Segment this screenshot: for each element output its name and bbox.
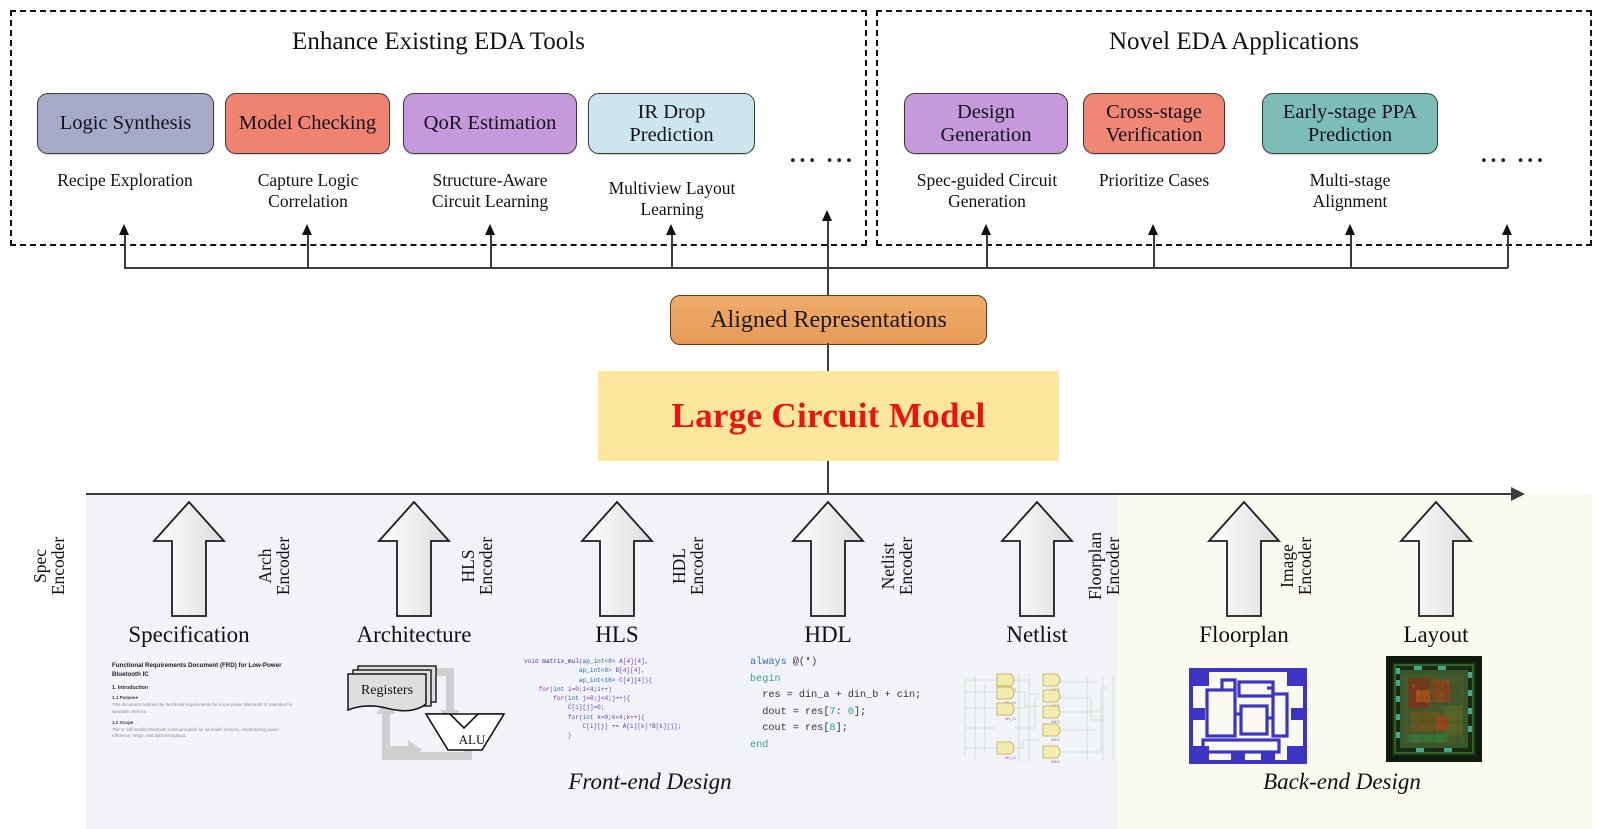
design-flow-axis-arrowhead <box>1511 487 1525 501</box>
spec-doc-title: Functional Requirements Document (FRD) f… <box>112 662 282 678</box>
app-box-label: Early-stage PPA Prediction <box>1282 100 1418 146</box>
connector-aligned-to-lcm <box>827 343 829 373</box>
encoder-label-spec: Spec Encoder <box>30 536 69 596</box>
app-box-logic-synthesis[interactable]: Logic Synthesis <box>37 93 214 154</box>
bus-riser-qor-estimation <box>490 232 492 268</box>
encoder-label-arch: Arch Encoder <box>255 536 294 596</box>
stage-name-specification: Specification <box>128 622 250 647</box>
app-box-label: IR Drop Prediction <box>629 100 714 146</box>
app-box-ir-drop-prediction[interactable]: IR Drop Prediction <box>588 93 755 154</box>
bus-arrowhead-early-stage-ppa <box>1345 224 1355 235</box>
trunk-arrowhead-top <box>822 210 832 221</box>
stage-name-architecture: Architecture <box>356 622 472 647</box>
large-circuit-model-label: Large Circuit Model <box>671 396 986 435</box>
encoder-arrow-floorplan[interactable] <box>1207 500 1281 618</box>
encoder-arrow-netlist[interactable] <box>1000 500 1074 618</box>
encoder-arrow-image[interactable] <box>1399 500 1473 618</box>
bus-arrowhead-qor-estimation <box>485 224 495 235</box>
app-sub-logic-synthesis: Recipe Exploration <box>57 170 193 190</box>
trunk-aligned-to-bus <box>827 218 829 296</box>
app-box-label: Model Checking <box>238 112 377 135</box>
encoder-arrow-spec[interactable] <box>152 500 226 618</box>
app-sub-ir-drop-prediction: Multiview Layout Learning <box>608 178 736 219</box>
stage-name-floorplan: Floorplan <box>1199 622 1289 647</box>
bus-arrowhead-logic-synthesis <box>119 224 129 235</box>
distribution-bus <box>124 267 1508 269</box>
stage-name-hdl: HDL <box>804 622 852 647</box>
app-sub-cross-stage-verification: Prioritize Cases <box>1098 170 1210 190</box>
spec-doc-section-1: 1. Introduction <box>112 684 149 691</box>
svg-text:AND2: AND2 <box>1051 760 1060 764</box>
panel-novel-title: Novel EDA Applications <box>1109 28 1359 55</box>
hls-code-thumbnail: void matrix_mul(ap_int<8> A[4][4], ap_in… <box>524 658 682 739</box>
back-end-design-label: Back-end Design <box>1263 769 1421 794</box>
hdl-code-thumbnail: always @(*) begin res = din_a + din_b + … <box>750 657 922 751</box>
netlist-schematic-thumbnail: INV_X1 INV_X1 INV_X1 INV_X1 AND2 AND2 AN… <box>963 668 1123 768</box>
encoder-arrow-hls[interactable] <box>580 500 654 618</box>
bus-riser-design-generation <box>986 232 988 268</box>
bus-riser-cross-stage-verification <box>1153 232 1155 268</box>
spec-doc-body-1: This document outlines the functional re… <box>112 701 293 714</box>
spec-doc-body-2: The IC will handle Bluetooth communicati… <box>112 726 280 739</box>
svg-text:AND2: AND2 <box>1051 738 1060 742</box>
bus-riser-early-stage-ppa <box>1350 232 1352 268</box>
bus-arrowhead-design-generation <box>981 224 991 235</box>
bus-riser-logic-synthesis <box>124 232 126 268</box>
aligned-representations-label: Aligned Representations <box>710 306 947 333</box>
app-box-model-checking[interactable]: Model Checking <box>225 93 390 154</box>
front-end-design-label: Front-end Design <box>568 769 732 794</box>
spec-doc-section-1-1: 1.1 Purpose <box>112 694 139 700</box>
stage-name-layout: Layout <box>1403 622 1469 647</box>
svg-text:AND2: AND2 <box>1051 720 1060 724</box>
svg-text:INV_X1: INV_X1 <box>1005 717 1016 721</box>
app-box-qor-estimation[interactable]: QoR Estimation <box>403 93 577 154</box>
layout-die-image-thumbnail <box>1386 656 1482 762</box>
stage-name-hls: HLS <box>595 622 639 647</box>
app-box-label: Logic Synthesis <box>59 112 192 135</box>
panel-enhance-title: Enhance Existing EDA Tools <box>292 28 585 55</box>
bus-arrowhead-cross-stage-verification <box>1148 224 1158 235</box>
app-sub-qor-estimation: Structure-Aware Circuit Learning <box>431 170 549 211</box>
encoder-label-image: Image Encoder <box>1277 536 1316 596</box>
architecture-diagram-thumbnail: Registers ALU <box>322 658 512 763</box>
encoder-label-hdl: HDL Encoder <box>669 536 708 596</box>
encoder-arrow-hdl[interactable] <box>791 500 865 618</box>
bus-arrowhead-model-checking <box>302 224 312 235</box>
encoder-label-netlist: Netlist Encoder <box>878 536 917 596</box>
bus-arrowhead-ir-drop-prediction <box>666 224 676 235</box>
app-box-cross-stage-verification[interactable]: Cross-stage Verification <box>1083 93 1225 154</box>
svg-text:ALU: ALU <box>459 732 486 747</box>
app-sub-design-generation: Spec-guided Circuit Generation <box>916 170 1058 211</box>
app-box-early-stage-ppa-prediction[interactable]: Early-stage PPA Prediction <box>1262 93 1438 154</box>
svg-text:Registers: Registers <box>361 683 413 698</box>
svg-text:INV_X1: INV_X1 <box>1005 756 1016 760</box>
ellipsis-novel: ··· ··· <box>1480 148 1546 173</box>
bus-arrowhead-right-ellipsis <box>1502 224 1512 235</box>
floorplan-thumbnail <box>1189 668 1307 764</box>
large-circuit-model-box[interactable]: Large Circuit Model <box>598 371 1059 461</box>
bus-riser-ir-drop-prediction <box>671 232 673 268</box>
connector-lcm-to-axis <box>827 461 829 494</box>
bus-riser-right-ellipsis <box>1507 232 1509 268</box>
spec-doc-section-1-2: 1.2 Scope <box>112 719 134 725</box>
aligned-representations-box[interactable]: Aligned Representations <box>670 295 987 345</box>
encoder-label-hls: HLS Encoder <box>458 536 497 596</box>
design-flow-axis <box>86 493 1511 496</box>
stage-name-netlist: Netlist <box>1006 622 1068 647</box>
app-box-label: Cross-stage Verification <box>1105 100 1203 146</box>
app-box-label: QoR Estimation <box>423 112 557 135</box>
app-sub-early-stage-ppa-prediction: Multi-stage Alignment <box>1309 170 1391 211</box>
specification-document-thumbnail: Functional Requirements Document (FRD) f… <box>103 655 306 760</box>
encoder-arrow-arch[interactable] <box>377 500 451 618</box>
app-box-design-generation[interactable]: Design Generation <box>904 93 1068 154</box>
ellipsis-enhance: ··· ··· <box>789 148 855 173</box>
bus-riser-model-checking <box>307 232 309 268</box>
app-sub-model-checking: Capture Logic Correlation <box>257 170 359 211</box>
app-box-label: Design Generation <box>940 100 1032 146</box>
encoder-label-floorplan: Floorplan Encoder <box>1085 531 1124 601</box>
